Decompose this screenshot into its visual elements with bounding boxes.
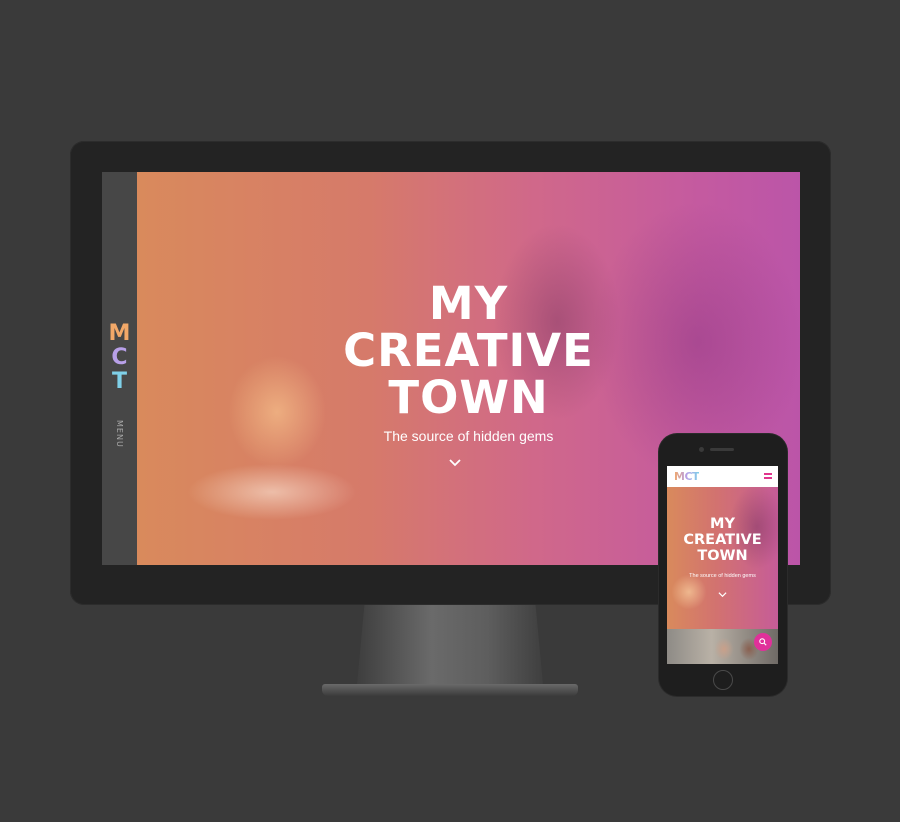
mobile-hero-title: MY CREATIVE TOWN xyxy=(667,516,778,564)
logo-letter-c[interactable]: C xyxy=(102,346,137,370)
mobile-phone: MCT MY CREATIVE TOWN The source of hidde… xyxy=(659,434,787,696)
chevron-down-icon[interactable] xyxy=(718,590,727,599)
monitor-stand xyxy=(357,605,543,685)
mobile-logo-text: MCT xyxy=(674,470,700,483)
chevron-down-icon[interactable] xyxy=(448,456,462,470)
search-icon xyxy=(759,638,767,646)
mobile-logo[interactable]: MCT xyxy=(674,470,700,483)
home-button[interactable] xyxy=(713,670,733,690)
camera-icon xyxy=(699,447,704,452)
speaker-icon xyxy=(710,448,734,451)
mobile-hero-subtitle: The source of hidden gems xyxy=(689,573,756,579)
hamburger-icon[interactable] xyxy=(764,473,772,479)
mobile-hero-title-line: CREATIVE xyxy=(683,532,762,548)
sidebar: M C T MENU xyxy=(102,172,137,565)
logo-letter-m[interactable]: M xyxy=(102,322,137,346)
mobile-screen: MCT MY CREATIVE TOWN The source of hidde… xyxy=(667,466,778,664)
mobile-hero-title-line: TOWN xyxy=(697,548,748,564)
mobile-header: MCT xyxy=(667,466,778,487)
menu-button[interactable]: MENU xyxy=(115,420,124,448)
hero-title-line: MY xyxy=(428,277,509,330)
hero-title: MY CREATIVE TOWN xyxy=(137,280,800,421)
hero-title-line: TOWN xyxy=(388,371,549,424)
mobile-search-button[interactable] xyxy=(754,633,772,651)
monitor-stand-base xyxy=(322,684,578,696)
hero-title-line: CREATIVE xyxy=(343,324,594,377)
mobile-hero-title-line: MY xyxy=(710,516,735,532)
logo-letter-t[interactable]: T xyxy=(102,370,137,394)
mobile-hero: MY CREATIVE TOWN The source of hidden ge… xyxy=(667,487,778,629)
